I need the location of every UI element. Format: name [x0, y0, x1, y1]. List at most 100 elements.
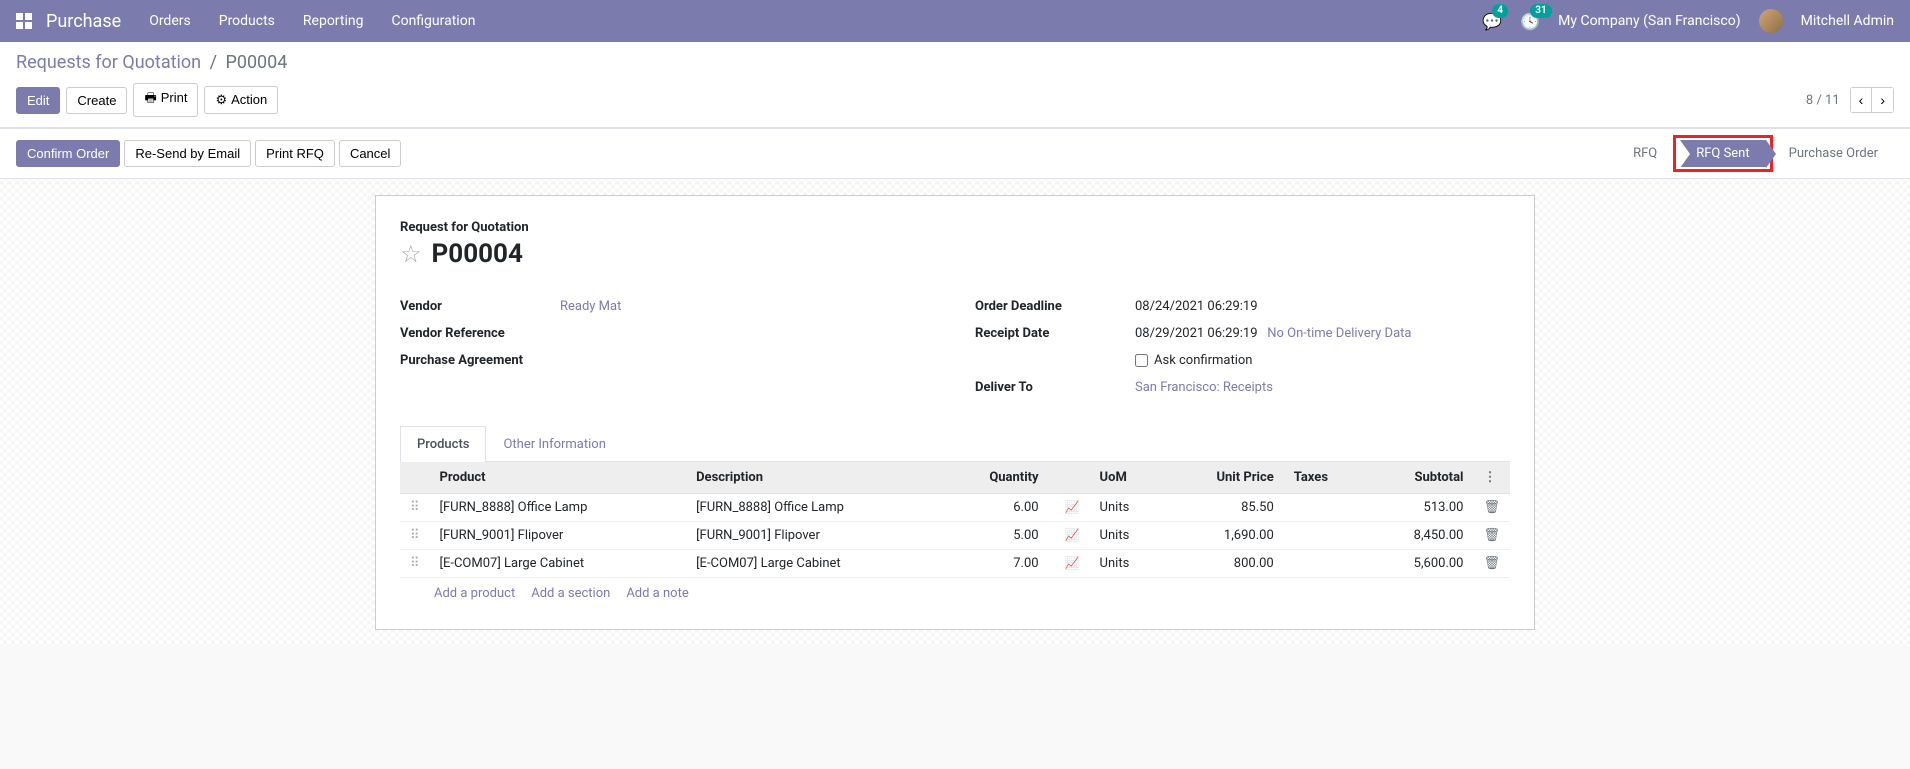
- cell-uom: Units: [1090, 522, 1166, 550]
- user-name[interactable]: Mitchell Admin: [1801, 13, 1894, 29]
- delivery-data-link[interactable]: No On-time Delivery Data: [1267, 326, 1411, 341]
- table-row[interactable]: ⠿[FURN_9001] Flipover[FURN_9001] Flipove…: [400, 522, 1510, 550]
- order-lines-table: Product Description Quantity UoM Unit Pr…: [400, 462, 1510, 578]
- content-area: Request for Quotation ☆ P00004 Vendor Re…: [0, 179, 1910, 646]
- cell-unit-price: 85.50: [1166, 494, 1284, 522]
- th-quantity: Quantity: [943, 462, 1049, 494]
- pager-next[interactable]: ›: [1872, 88, 1893, 112]
- cell-subtotal: 513.00: [1367, 494, 1474, 522]
- th-taxes: Taxes: [1284, 462, 1367, 494]
- title-label: Request for Quotation: [400, 220, 1510, 235]
- tab-other-information[interactable]: Other Information: [486, 426, 622, 462]
- breadcrumb-current: P00004: [225, 52, 287, 73]
- trash-icon[interactable]: 🗑: [1483, 528, 1500, 543]
- cell-subtotal: 5,600.00: [1367, 550, 1474, 578]
- forecast-icon[interactable]: 📈: [1065, 556, 1080, 570]
- ask-confirmation-label: Ask confirmation: [1154, 353, 1253, 368]
- print-button[interactable]: 🖶Print: [133, 83, 198, 117]
- deadline-label: Order Deadline: [975, 299, 1135, 314]
- cell-uom: Units: [1090, 550, 1166, 578]
- drag-handle-icon[interactable]: ⠿: [400, 522, 430, 550]
- apps-icon[interactable]: [16, 13, 32, 29]
- resend-email-button[interactable]: Re-Send by Email: [124, 140, 251, 167]
- record-name: P00004: [432, 239, 523, 269]
- ask-confirmation-checkbox[interactable]: [1135, 354, 1148, 367]
- drag-handle-icon[interactable]: ⠿: [400, 550, 430, 578]
- status-rfq[interactable]: RFQ: [1617, 140, 1673, 167]
- vendor-ref-value: [560, 326, 935, 341]
- chat-badge: 4: [1492, 4, 1508, 18]
- cell-taxes: [1284, 550, 1367, 578]
- menu-configuration[interactable]: Configuration: [391, 13, 475, 29]
- trash-icon[interactable]: 🗑: [1483, 500, 1500, 515]
- cell-unit-price: 800.00: [1166, 550, 1284, 578]
- messaging-icon[interactable]: 💬 4: [1482, 12, 1502, 31]
- print-icon: 🖶: [144, 90, 156, 105]
- table-row[interactable]: ⠿[E-COM07] Large Cabinet[E-COM07] Large …: [400, 550, 1510, 578]
- menu-products[interactable]: Products: [219, 13, 275, 29]
- vendor-label: Vendor: [400, 299, 560, 314]
- company-switcher[interactable]: My Company (San Francisco): [1558, 13, 1740, 29]
- pager: 8 / 11 ‹ ›: [1806, 87, 1894, 113]
- statusbar: Confirm Order Re-Send by Email Print RFQ…: [0, 128, 1910, 179]
- action-button[interactable]: ⚙Action: [204, 86, 278, 114]
- cell-product: [FURN_9001] Flipover: [430, 522, 687, 550]
- th-subtotal: Subtotal: [1367, 462, 1474, 494]
- main-menu: Orders Products Reporting Configuration: [149, 13, 475, 29]
- add-note-link[interactable]: Add a note: [626, 586, 688, 601]
- cell-taxes: [1284, 494, 1367, 522]
- deliver-to-label: Deliver To: [975, 380, 1135, 395]
- trash-icon[interactable]: 🗑: [1483, 556, 1500, 571]
- activity-icon[interactable]: 🕓 31: [1520, 12, 1540, 31]
- cell-description: [E-COM07] Large Cabinet: [686, 550, 943, 578]
- forecast-icon[interactable]: 📈: [1065, 500, 1080, 514]
- th-product: Product: [430, 462, 687, 494]
- highlight-box: RFQ Sent: [1673, 135, 1772, 172]
- control-panel: Requests for Quotation / P00004 Edit Cre…: [0, 42, 1910, 128]
- columns-menu-icon[interactable]: ⋮: [1483, 470, 1496, 485]
- breadcrumb: Requests for Quotation / P00004: [16, 52, 287, 73]
- breadcrumb-parent[interactable]: Requests for Quotation: [16, 52, 201, 73]
- breadcrumb-sep: /: [210, 52, 217, 73]
- avatar[interactable]: [1759, 9, 1783, 33]
- print-rfq-button[interactable]: Print RFQ: [255, 140, 335, 167]
- menu-reporting[interactable]: Reporting: [303, 13, 364, 29]
- vendor-link[interactable]: Ready Mat: [560, 299, 621, 314]
- tab-products[interactable]: Products: [400, 426, 486, 462]
- tabs: Products Other Information: [400, 425, 1510, 462]
- gear-icon: ⚙: [215, 92, 227, 107]
- cell-unit-price: 1,690.00: [1166, 522, 1284, 550]
- add-section-link[interactable]: Add a section: [531, 586, 610, 601]
- deadline-value: 08/24/2021 06:29:19: [1135, 299, 1510, 314]
- confirm-order-button[interactable]: Confirm Order: [16, 140, 120, 167]
- agreement-label: Purchase Agreement: [400, 353, 560, 368]
- add-product-link[interactable]: Add a product: [434, 586, 515, 601]
- edit-button[interactable]: Edit: [16, 87, 60, 114]
- table-row[interactable]: ⠿[FURN_8888] Office Lamp[FURN_8888] Offi…: [400, 494, 1510, 522]
- star-icon[interactable]: ☆: [400, 240, 422, 268]
- cell-description: [FURN_8888] Office Lamp: [686, 494, 943, 522]
- brand-title: Purchase: [46, 11, 121, 32]
- cell-product: [FURN_8888] Office Lamp: [430, 494, 687, 522]
- form-sheet: Request for Quotation ☆ P00004 Vendor Re…: [375, 195, 1535, 630]
- cell-taxes: [1284, 522, 1367, 550]
- status-rfq-sent[interactable]: RFQ Sent: [1680, 140, 1765, 167]
- th-unit-price: Unit Price: [1166, 462, 1284, 494]
- drag-handle-icon[interactable]: ⠿: [400, 494, 430, 522]
- forecast-icon[interactable]: 📈: [1065, 528, 1080, 542]
- cell-description: [FURN_9001] Flipover: [686, 522, 943, 550]
- menu-orders[interactable]: Orders: [149, 13, 191, 29]
- cell-quantity: 7.00: [943, 550, 1049, 578]
- pager-position[interactable]: 8 / 11: [1806, 93, 1840, 108]
- th-description: Description: [686, 462, 943, 494]
- create-button[interactable]: Create: [66, 87, 127, 114]
- deliver-to-link[interactable]: San Francisco: Receipts: [1135, 380, 1273, 395]
- top-nav: Purchase Orders Products Reporting Confi…: [0, 0, 1910, 42]
- activity-badge: 31: [1530, 4, 1551, 18]
- cell-subtotal: 8,450.00: [1367, 522, 1474, 550]
- pager-prev[interactable]: ‹: [1851, 88, 1873, 112]
- cell-product: [E-COM07] Large Cabinet: [430, 550, 687, 578]
- status-purchase-order[interactable]: Purchase Order: [1773, 140, 1894, 167]
- cancel-button[interactable]: Cancel: [339, 140, 401, 167]
- cell-quantity: 5.00: [943, 522, 1049, 550]
